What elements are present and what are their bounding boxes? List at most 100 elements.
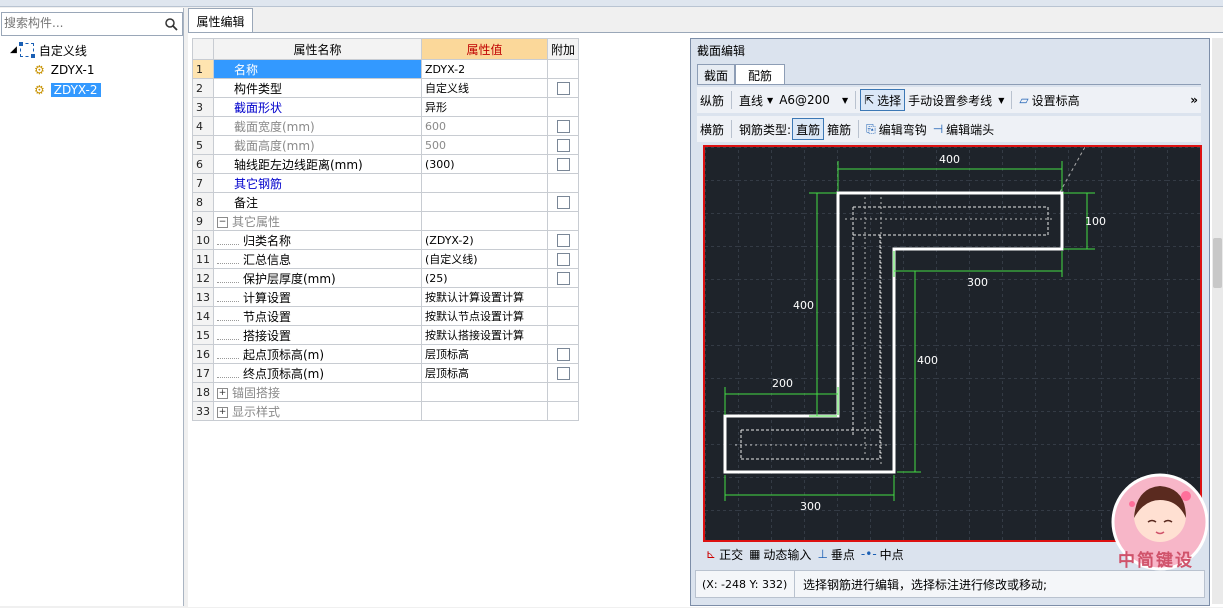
dim-label-mid[interactable]: 300 bbox=[967, 276, 988, 289]
vertical-scrollbar[interactable] bbox=[1212, 38, 1223, 604]
property-value-cell[interactable]: (300) bbox=[421, 154, 548, 174]
add-checkbox[interactable] bbox=[556, 196, 570, 209]
property-name-cell[interactable]: 截面高度(mm) bbox=[213, 135, 422, 155]
expand-icon[interactable]: + bbox=[217, 406, 228, 418]
table-row[interactable]: 6 轴线距左边线距离(mm) (300) bbox=[192, 154, 580, 174]
add-checkbox[interactable] bbox=[556, 82, 570, 95]
table-row[interactable]: 4 截面宽度(mm) 600 bbox=[192, 116, 580, 136]
table-row[interactable]: 14 节点设置 按默认节点设置计算 bbox=[192, 306, 580, 326]
ortho-toggle[interactable]: ⊾ 正交 bbox=[703, 544, 746, 564]
table-row[interactable]: 17 终点顶标高(m) 层顶标高 bbox=[192, 363, 580, 383]
property-name-cell[interactable]: 构件类型 bbox=[213, 78, 422, 98]
property-name-cell[interactable]: − 其它属性 bbox=[213, 211, 422, 231]
edit-hook-button[interactable]: ⎘ 编辑弯钩 bbox=[863, 119, 930, 139]
transverse-rebar-button[interactable]: 横筋 bbox=[697, 119, 727, 139]
property-value-cell[interactable]: 按默认计算设置计算 bbox=[421, 287, 548, 307]
spec-select[interactable]: A6@200 ▼ bbox=[776, 90, 851, 110]
table-row[interactable]: 15 搭接设置 按默认搭接设置计算 bbox=[192, 325, 580, 345]
property-name-cell[interactable]: 计算设置 bbox=[213, 287, 422, 307]
search-input[interactable] bbox=[4, 15, 154, 31]
property-name-cell[interactable]: 名称 bbox=[213, 59, 422, 79]
collapse-arrow-icon[interactable]: ◢ bbox=[10, 45, 17, 55]
collapse-icon[interactable]: − bbox=[217, 216, 228, 228]
property-name-cell[interactable]: 归类名称 bbox=[213, 230, 422, 250]
property-name-cell[interactable]: 搭接设置 bbox=[213, 325, 422, 345]
property-value-cell[interactable]: 500 bbox=[421, 135, 548, 155]
ref-line-select[interactable]: 手动设置参考线 ▼ bbox=[905, 90, 1007, 110]
dim-label-left-horizontal[interactable]: 200 bbox=[772, 377, 793, 390]
property-value-cell[interactable] bbox=[421, 211, 548, 231]
add-checkbox[interactable] bbox=[556, 158, 570, 171]
table-row[interactable]: 12 保护层厚度(mm) (25) bbox=[192, 268, 580, 288]
add-checkbox[interactable] bbox=[556, 272, 570, 285]
select-button[interactable]: ⇱ 选择 bbox=[860, 89, 906, 111]
property-value-cell[interactable]: 层顶标高 bbox=[421, 344, 548, 364]
dim-label-right-vertical[interactable]: 400 bbox=[917, 354, 938, 367]
property-name-cell[interactable]: 备注 bbox=[213, 192, 422, 212]
table-row[interactable]: 13 计算设置 按默认计算设置计算 bbox=[192, 287, 580, 307]
property-value-cell[interactable]: (自定义线) bbox=[421, 249, 548, 269]
property-name-cell[interactable]: 保护层厚度(mm) bbox=[213, 268, 422, 288]
add-checkbox[interactable] bbox=[556, 253, 570, 266]
set-elevation-button[interactable]: ▱ 设置标高 bbox=[1016, 90, 1082, 110]
table-row[interactable]: 2 构件类型 自定义线 bbox=[192, 78, 580, 98]
add-checkbox[interactable] bbox=[556, 234, 570, 247]
property-value-cell[interactable]: ZDYX-2 bbox=[421, 59, 548, 79]
dynamic-input-toggle[interactable]: ▦ 动态输入 bbox=[746, 544, 814, 564]
hoop-rebar-button[interactable]: 箍筋 bbox=[824, 119, 854, 139]
table-row[interactable]: 18 + 锚固搭接 bbox=[192, 382, 580, 402]
property-value-cell[interactable]: 异形 bbox=[421, 97, 548, 117]
dim-label-top[interactable]: 400 bbox=[939, 153, 960, 166]
longitudinal-rebar-button[interactable]: 纵筋 bbox=[697, 90, 727, 110]
table-row[interactable]: 11 汇总信息 (自定义线) bbox=[192, 249, 580, 269]
table-row[interactable]: 9− 其它属性 bbox=[192, 211, 580, 231]
perpendicular-toggle[interactable]: ⊥ 垂点 bbox=[814, 544, 857, 564]
property-name-cell[interactable]: 其它钢筋 bbox=[213, 173, 422, 193]
property-name-cell[interactable]: 轴线距左边线距离(mm) bbox=[213, 154, 422, 174]
tree-node-zdyx-1[interactable]: ⚙ ZDYX-1 bbox=[10, 60, 101, 80]
table-row[interactable]: 33 + 显示样式 bbox=[192, 401, 580, 421]
tree-node-root[interactable]: ◢ 自定义线 bbox=[10, 40, 101, 60]
toolbar-overflow-button[interactable]: » bbox=[1187, 90, 1201, 110]
property-name-cell[interactable]: 截面形状 bbox=[213, 97, 422, 117]
property-name-cell[interactable]: 截面宽度(mm) bbox=[213, 116, 422, 136]
property-value-cell[interactable]: 按默认节点设置计算 bbox=[421, 306, 548, 326]
property-value-cell[interactable]: 自定义线 bbox=[421, 78, 548, 98]
property-value-cell[interactable] bbox=[421, 192, 548, 212]
add-checkbox[interactable] bbox=[556, 348, 570, 361]
table-row[interactable]: 16 起点顶标高(m) 层顶标高 bbox=[192, 344, 580, 364]
property-name-cell[interactable]: 终点顶标高(m) bbox=[213, 363, 422, 383]
midpoint-toggle[interactable]: -•- 中点 bbox=[858, 544, 907, 564]
table-row[interactable]: 1 名称 ZDYX-2 bbox=[192, 59, 580, 79]
tree-node-zdyx-2[interactable]: ⚙ ZDYX-2 bbox=[10, 80, 101, 100]
property-name-cell[interactable]: + 锚固搭接 bbox=[213, 382, 422, 402]
edit-end-button[interactable]: ⊣ 编辑端头 bbox=[930, 119, 997, 139]
property-name-cell[interactable]: 节点设置 bbox=[213, 306, 422, 326]
table-row[interactable]: 3 截面形状 异形 bbox=[192, 97, 580, 117]
tab-rebar[interactable]: 配筋 bbox=[735, 64, 785, 85]
header-add[interactable]: 附加 bbox=[546, 38, 580, 60]
add-checkbox[interactable] bbox=[556, 367, 570, 380]
dim-label-right[interactable]: 100 bbox=[1085, 215, 1106, 228]
property-value-cell[interactable] bbox=[421, 401, 548, 421]
header-value[interactable]: 属性值 bbox=[421, 38, 548, 60]
property-value-cell[interactable]: (ZDYX-2) bbox=[421, 230, 548, 250]
search-icon[interactable] bbox=[161, 14, 181, 34]
property-name-cell[interactable]: 汇总信息 bbox=[213, 249, 422, 269]
table-row[interactable]: 5 截面高度(mm) 500 bbox=[192, 135, 580, 155]
line-mode-select[interactable]: 直线 ▼ bbox=[736, 90, 776, 110]
table-row[interactable]: 10 归类名称 (ZDYX-2) bbox=[192, 230, 580, 250]
tab-property-edit[interactable]: 属性编辑 bbox=[188, 8, 253, 33]
dim-label-bottom[interactable]: 300 bbox=[800, 500, 821, 513]
straight-rebar-button[interactable]: 直筋 bbox=[792, 118, 825, 140]
property-value-cell[interactable]: 按默认搭接设置计算 bbox=[421, 325, 548, 345]
table-row[interactable]: 8 备注 bbox=[192, 192, 580, 212]
property-name-cell[interactable]: 起点顶标高(m) bbox=[213, 344, 422, 364]
property-value-cell[interactable]: (25) bbox=[421, 268, 548, 288]
expand-icon[interactable]: + bbox=[217, 387, 228, 399]
property-value-cell[interactable] bbox=[421, 173, 548, 193]
header-name[interactable]: 属性名称 bbox=[213, 38, 422, 60]
property-value-cell[interactable] bbox=[421, 382, 548, 402]
dim-label-left-vertical[interactable]: 400 bbox=[793, 299, 814, 312]
add-checkbox[interactable] bbox=[556, 120, 570, 133]
